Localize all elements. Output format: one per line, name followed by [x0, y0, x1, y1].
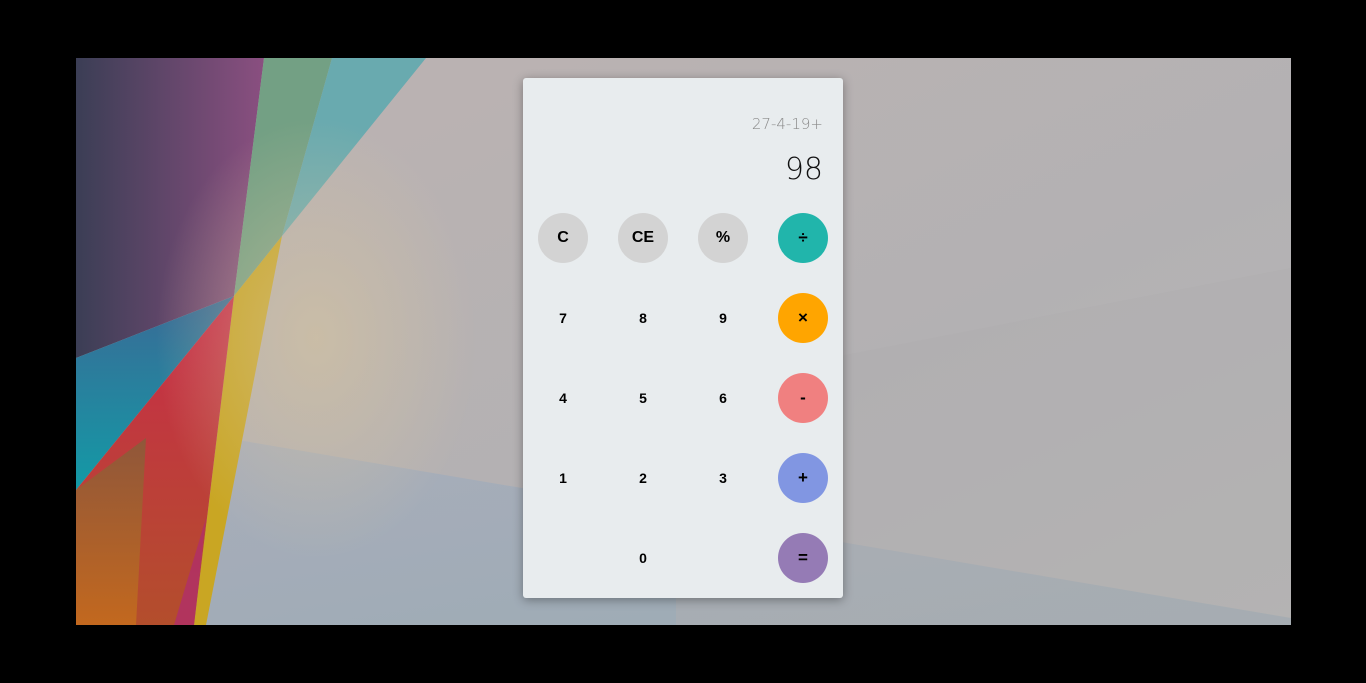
subtract-button[interactable]: - [778, 373, 828, 423]
digit-6-button[interactable]: 6 [698, 373, 748, 423]
digit-8-button[interactable]: 8 [618, 293, 668, 343]
percent-button[interactable]: % [698, 213, 748, 263]
equals-button[interactable]: = [778, 533, 828, 583]
digit-3-button[interactable]: 3 [698, 453, 748, 503]
digit-2-button[interactable]: 2 [618, 453, 668, 503]
digit-5-button[interactable]: 5 [618, 373, 668, 423]
multiply-button[interactable]: × [778, 293, 828, 343]
digit-1-button[interactable]: 1 [538, 453, 588, 503]
history-expression: 27-4-19+ [751, 115, 823, 133]
clear-entry-button[interactable]: CE [618, 213, 668, 263]
add-button[interactable]: + [778, 453, 828, 503]
divide-button[interactable]: ÷ [778, 213, 828, 263]
digit-9-button[interactable]: 9 [698, 293, 748, 343]
result-display: 98 [784, 152, 823, 187]
clear-button[interactable]: C [538, 213, 588, 263]
digit-4-button[interactable]: 4 [538, 373, 588, 423]
digit-7-button[interactable]: 7 [538, 293, 588, 343]
browser-viewport: 27-4-19+ 98 C CE % ÷ 7 8 9 × 4 5 6 - 1 2… [76, 58, 1291, 625]
calculator-panel: 27-4-19+ 98 C CE % ÷ 7 8 9 × 4 5 6 - 1 2… [523, 78, 843, 598]
digit-0-button[interactable]: 0 [618, 533, 668, 583]
